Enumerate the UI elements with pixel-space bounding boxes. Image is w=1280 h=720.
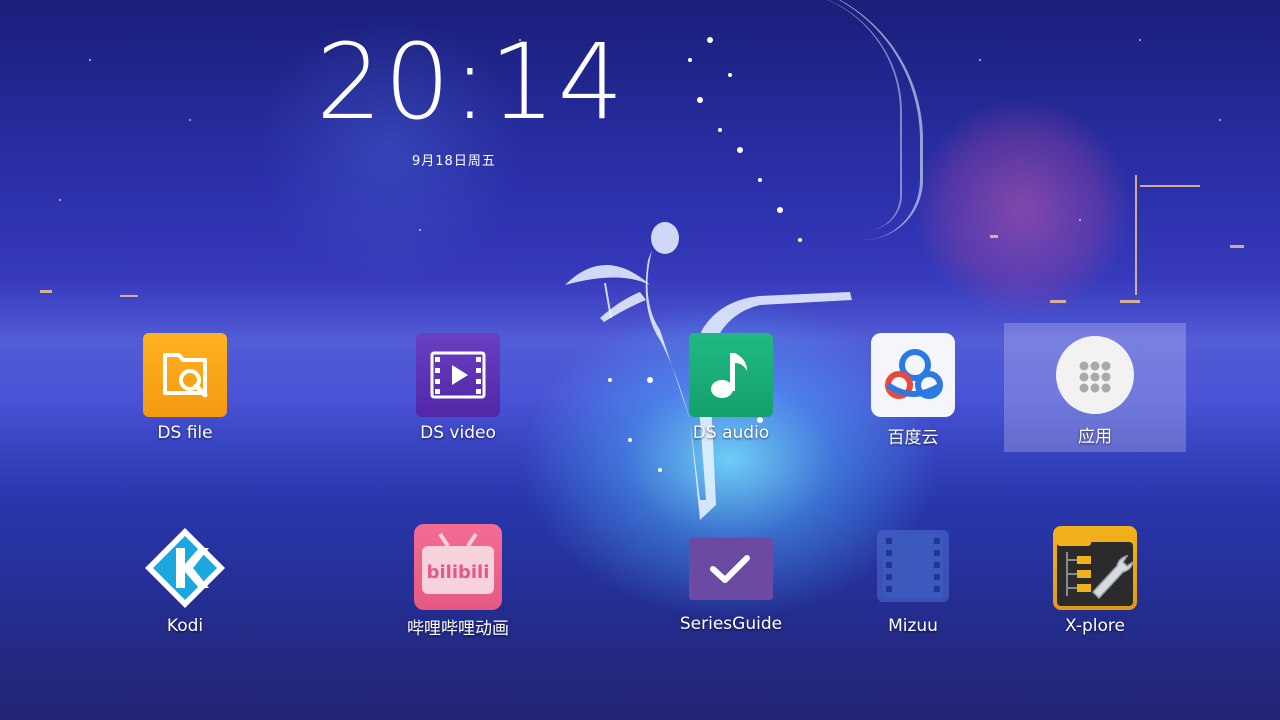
app-label: Kodi [166, 616, 204, 636]
clock-time: 20:14 [316, 21, 626, 143]
baidu-cloud-icon [871, 333, 955, 417]
app-label: 应用 [1078, 427, 1112, 447]
app-ds-audio[interactable]: DS audio [641, 333, 821, 443]
seriesguide-icon [689, 538, 773, 600]
clock-date: 9月18日周五 [412, 154, 496, 169]
clock-widget[interactable]: 20:14 [316, 30, 626, 134]
app-label: Mizuu [888, 616, 938, 636]
app-kodi[interactable]: Kodi [95, 526, 275, 636]
app-label: 百度云 [887, 428, 939, 448]
mizuu-icon [877, 530, 949, 602]
ds-video-icon [416, 333, 500, 417]
app-x-plore[interactable]: X-plore [1005, 526, 1185, 636]
app-ds-video[interactable]: DS video [368, 333, 548, 443]
ds-audio-icon [689, 333, 773, 417]
app-seriesguide[interactable]: SeriesGuide [641, 526, 821, 634]
app-label: DS file [157, 423, 213, 443]
kodi-icon [143, 526, 227, 610]
app-mizuu[interactable]: Mizuu [823, 530, 1003, 636]
ds-file-icon [143, 333, 227, 417]
bilibili-wordmark: bilibili [427, 562, 490, 583]
app-label: 哔哩哔哩动画 [407, 619, 509, 639]
app-label: DS video [420, 423, 496, 443]
app-all-apps[interactable]: 应用 [1005, 336, 1185, 447]
app-baidu-cloud[interactable]: 百度云 [823, 333, 1003, 448]
x-plore-icon [1053, 526, 1137, 610]
app-label: X-plore [1065, 616, 1125, 636]
app-label: DS audio [692, 423, 770, 443]
app-ds-file[interactable]: DS file [95, 333, 275, 443]
bilibili-icon: bilibili [414, 524, 502, 610]
apps-grid-icon [1056, 336, 1134, 414]
app-label: SeriesGuide [679, 614, 783, 634]
app-bilibili[interactable]: bilibili 哔哩哔哩动画 [368, 524, 548, 639]
